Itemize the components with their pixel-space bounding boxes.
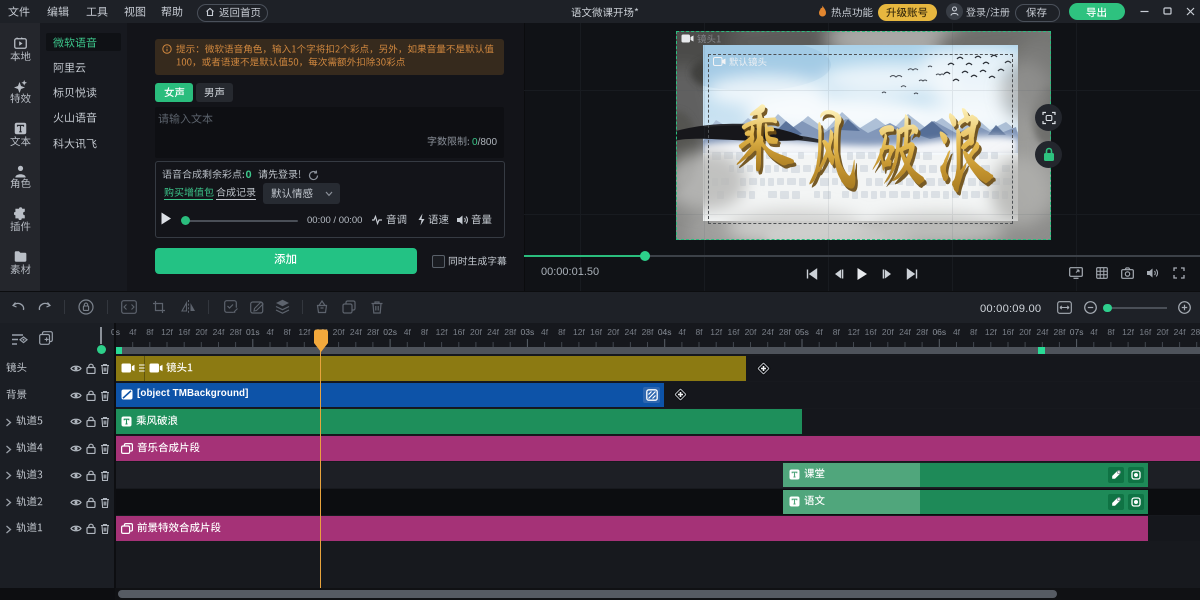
svg-text:12f: 12f bbox=[710, 327, 722, 337]
svg-text:24f: 24f bbox=[1036, 327, 1048, 337]
svg-text:0s: 0s bbox=[111, 327, 120, 337]
svg-text:12f: 12f bbox=[573, 327, 585, 337]
svg-text:06s: 06s bbox=[932, 327, 946, 337]
svg-text:4f: 4f bbox=[1090, 327, 1098, 337]
svg-text:4f: 4f bbox=[541, 327, 549, 337]
svg-text:4f: 4f bbox=[266, 327, 274, 337]
svg-text:16f: 16f bbox=[1002, 327, 1014, 337]
svg-text:4f: 4f bbox=[129, 327, 137, 337]
svg-text:20f: 20f bbox=[1156, 327, 1168, 337]
svg-text:24f: 24f bbox=[487, 327, 499, 337]
svg-text:04s: 04s bbox=[658, 327, 672, 337]
svg-text:28f: 28f bbox=[367, 327, 379, 337]
svg-text:16f: 16f bbox=[1139, 327, 1151, 337]
svg-text:8f: 8f bbox=[146, 327, 154, 337]
svg-text:16f: 16f bbox=[727, 327, 739, 337]
svg-text:28f: 28f bbox=[642, 327, 654, 337]
svg-text:20f: 20f bbox=[882, 327, 894, 337]
svg-text:24f: 24f bbox=[350, 327, 362, 337]
svg-text:28f: 28f bbox=[504, 327, 516, 337]
svg-text:28f: 28f bbox=[779, 327, 791, 337]
svg-text:05s: 05s bbox=[795, 327, 809, 337]
svg-text:8f: 8f bbox=[284, 327, 292, 337]
svg-text:20f: 20f bbox=[1019, 327, 1031, 337]
svg-text:03s: 03s bbox=[521, 327, 535, 337]
svg-text:8f: 8f bbox=[558, 327, 566, 337]
svg-text:8f: 8f bbox=[970, 327, 978, 337]
svg-text:24f: 24f bbox=[762, 327, 774, 337]
svg-text:4f: 4f bbox=[678, 327, 686, 337]
svg-text:4f: 4f bbox=[953, 327, 961, 337]
svg-text:07s: 07s bbox=[1070, 327, 1084, 337]
svg-text:8f: 8f bbox=[1107, 327, 1115, 337]
svg-text:28f: 28f bbox=[1053, 327, 1065, 337]
svg-text:12f: 12f bbox=[436, 327, 448, 337]
svg-text:12f: 12f bbox=[985, 327, 997, 337]
svg-text:28f: 28f bbox=[230, 327, 242, 337]
svg-text:20f: 20f bbox=[470, 327, 482, 337]
svg-text:24f: 24f bbox=[624, 327, 636, 337]
svg-text:16f: 16f bbox=[590, 327, 602, 337]
svg-text:8f: 8f bbox=[695, 327, 703, 337]
svg-text:02s: 02s bbox=[383, 327, 397, 337]
svg-text:16f: 16f bbox=[453, 327, 465, 337]
svg-text:01s: 01s bbox=[246, 327, 260, 337]
svg-text:8f: 8f bbox=[421, 327, 429, 337]
svg-text:20f: 20f bbox=[607, 327, 619, 337]
svg-text:20f: 20f bbox=[745, 327, 757, 337]
svg-text:8f: 8f bbox=[833, 327, 841, 337]
svg-text:12f: 12f bbox=[1122, 327, 1134, 337]
svg-text:24f: 24f bbox=[899, 327, 911, 337]
svg-text:12f: 12f bbox=[848, 327, 860, 337]
svg-text:12f: 12f bbox=[161, 327, 173, 337]
svg-text:28f: 28f bbox=[916, 327, 928, 337]
svg-text:4f: 4f bbox=[816, 327, 824, 337]
svg-text:20f: 20f bbox=[195, 327, 207, 337]
svg-text:16f: 16f bbox=[178, 327, 190, 337]
svg-text:28f: 28f bbox=[1191, 327, 1200, 337]
svg-text:20f: 20f bbox=[333, 327, 345, 337]
svg-text:16f: 16f bbox=[865, 327, 877, 337]
svg-text:12f: 12f bbox=[298, 327, 310, 337]
svg-text:4f: 4f bbox=[404, 327, 412, 337]
svg-text:24f: 24f bbox=[213, 327, 225, 337]
svg-text:24f: 24f bbox=[1174, 327, 1186, 337]
